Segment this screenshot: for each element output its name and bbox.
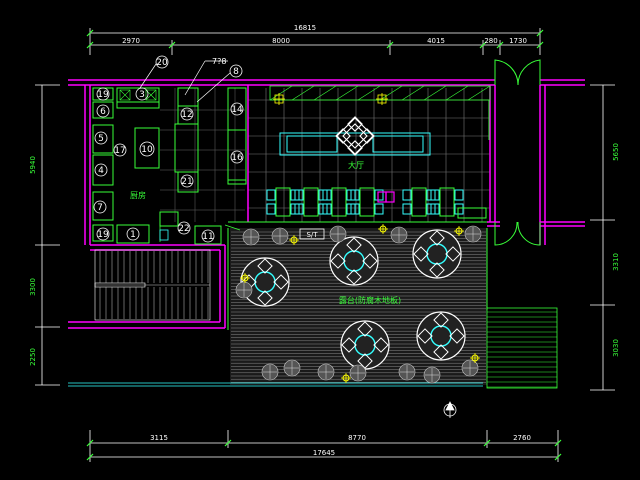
dining-table: [275, 187, 291, 217]
dining-table: [439, 187, 455, 217]
cabinet-diagonal: [335, 85, 359, 101]
tag-5: 5: [98, 134, 104, 144]
right-stair-steps: [487, 311, 557, 388]
round-table-outline: [412, 229, 462, 279]
dining-chair: [266, 203, 276, 215]
tag-1: 1: [130, 230, 136, 240]
tag-11: 11: [202, 232, 213, 242]
floor-plan-drawing: 16815 2970 8000 4015 280 1730 5940 3300 …: [29, 24, 620, 462]
left-dimension-lines: [35, 84, 60, 386]
tag-3: 3: [139, 90, 145, 100]
tag-22: 22: [178, 224, 189, 234]
dining-chair: [454, 203, 464, 215]
hall-lights: [273, 93, 388, 105]
top-dim-seg-2: 8000: [272, 37, 290, 45]
bottom-dim-seg-1: 3115: [150, 434, 168, 442]
top-dim-seg-4: 280: [484, 37, 497, 45]
dining-table: [331, 187, 347, 217]
dining-table: [359, 187, 375, 217]
label-service: S/T: [306, 231, 318, 239]
dining-table: [411, 187, 427, 217]
right-stairs: [486, 307, 558, 389]
dining-table: [303, 187, 319, 217]
cyan-sink: [159, 229, 169, 241]
tag-19-bottom: 19: [97, 230, 109, 240]
cabinet-diagonals: [269, 85, 491, 101]
cabinet-diagonal: [269, 85, 293, 101]
dining-chair: [454, 189, 464, 201]
cabinet-diagonal: [291, 85, 315, 101]
tag-7: 7: [97, 203, 103, 213]
top-dimension-lines: [89, 28, 541, 55]
left-dim-3: 2250: [29, 348, 37, 366]
left-dim-1: 5940: [29, 156, 37, 174]
kitchen-fixtures: [92, 87, 247, 245]
top-dim-seg-1: 2970: [122, 37, 140, 45]
compass-icon: [443, 401, 457, 418]
entry-doors: [494, 59, 541, 246]
leader-label-778: 7?8: [212, 57, 226, 66]
round-table-outline: [340, 320, 390, 370]
tag-17: 17: [114, 146, 125, 156]
right-dim-3: 3030: [612, 339, 620, 357]
tag-19-top: 19: [97, 90, 109, 100]
right-dim-2: 3310: [612, 253, 620, 271]
tag-10: 10: [141, 145, 153, 155]
cabinet-diagonal: [401, 85, 425, 101]
label-terrace: 露台(防腐木地板): [339, 295, 401, 305]
tag-21: 21: [181, 177, 192, 187]
bottom-total-dim: 17645: [313, 449, 335, 457]
bottom-dim-seg-3: 2760: [513, 434, 531, 442]
top-total-dim: 16815: [294, 24, 316, 32]
hall-dining-seats: [266, 187, 464, 217]
tag-4: 4: [98, 166, 104, 176]
tag-8: 8: [233, 67, 239, 77]
cabinet-diagonal: [379, 85, 403, 101]
round-table-outline: [416, 311, 466, 361]
label-hall: 大厅: [348, 160, 364, 170]
tag-16: 16: [231, 153, 243, 163]
round-table-outline: [329, 236, 379, 286]
bottom-dim-seg-2: 8770: [348, 434, 366, 442]
right-dim-1: 5650: [612, 143, 620, 161]
column-marker: [385, 191, 395, 203]
round-table-outline: [240, 257, 290, 307]
cabinet-diagonal: [445, 85, 469, 101]
dining-chair: [266, 189, 276, 201]
left-dim-2: 3300: [29, 278, 37, 296]
cabinet-diagonal: [467, 85, 491, 101]
leader-lines: [139, 60, 231, 103]
tag-6: 6: [100, 107, 106, 117]
tag-14: 14: [231, 105, 243, 115]
tag-20: 20: [156, 58, 168, 68]
cabinet-diagonal: [313, 85, 337, 101]
cabinet-diagonal: [423, 85, 447, 101]
cabinet-diagonal: [357, 85, 381, 101]
label-kitchen: 厨房: [130, 190, 146, 200]
dining-chair: [374, 203, 384, 215]
green-posts: [245, 90, 490, 180]
top-dim-seg-3: 4015: [427, 37, 445, 45]
top-dim-seg-5: 1730: [509, 37, 527, 45]
tag-12: 12: [181, 110, 192, 120]
